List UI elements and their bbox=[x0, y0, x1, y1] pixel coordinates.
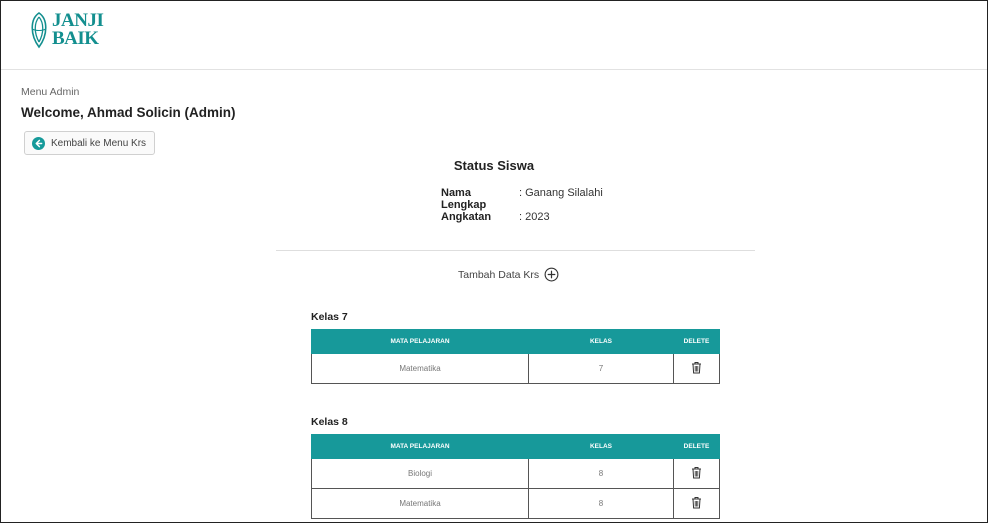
angkatan-label: Angkatan bbox=[441, 211, 492, 223]
logo-line-2: BAIK bbox=[52, 28, 99, 49]
col-mata-pelajaran: MATA PELAJARAN bbox=[311, 329, 529, 354]
kelas-7-table: MATA PELAJARAN KELAS DELETE Matematika 7 bbox=[311, 329, 720, 384]
cell-mapel: Matematika bbox=[311, 353, 529, 384]
section-divider bbox=[276, 250, 755, 251]
status-siswa-title: Status Siswa bbox=[453, 158, 535, 173]
cell-kelas: 8 bbox=[528, 488, 674, 519]
col-delete: DELETE bbox=[673, 329, 720, 354]
logo-text: JANJI BAIK bbox=[52, 11, 104, 49]
nama-value: : Ganang Silalahi bbox=[519, 187, 603, 199]
cell-kelas: 8 bbox=[528, 458, 674, 489]
back-button-label: Kembali ke Menu Krs bbox=[51, 137, 147, 149]
menu-admin-label: Menu Admin bbox=[21, 86, 80, 98]
col-mata-pelajaran: MATA PELAJARAN bbox=[311, 434, 529, 459]
info-row-angkatan: Angkatan : 2023 bbox=[441, 211, 550, 223]
plus-circle-icon bbox=[544, 267, 559, 282]
cell-mapel: Matematika bbox=[311, 488, 529, 519]
welcome-heading: Welcome, Ahmad Solicin (Admin) bbox=[21, 105, 236, 120]
cell-kelas: 7 bbox=[528, 353, 674, 384]
col-delete: DELETE bbox=[673, 434, 720, 459]
trash-icon[interactable] bbox=[691, 466, 702, 481]
table-header-row: MATA PELAJARAN KELAS DELETE bbox=[311, 434, 720, 459]
col-kelas: KELAS bbox=[528, 329, 674, 354]
angkatan-value: : 2023 bbox=[519, 211, 550, 223]
kelas-7-title: Kelas 7 bbox=[311, 311, 348, 323]
back-to-krs-button[interactable]: Kembali ke Menu Krs bbox=[24, 131, 156, 155]
trash-icon[interactable] bbox=[691, 496, 702, 511]
cell-delete bbox=[673, 458, 720, 489]
tambah-data-krs-button[interactable]: Tambah Data Krs bbox=[458, 267, 559, 282]
trash-icon[interactable] bbox=[691, 361, 702, 376]
nama-label: Nama Lengkap bbox=[441, 187, 487, 211]
kelas-8-title: Kelas 8 bbox=[311, 416, 348, 428]
kelas-8-table: MATA PELAJARAN KELAS DELETE Biologi 8 Ma… bbox=[311, 434, 720, 519]
table-row: Matematika 8 bbox=[311, 488, 720, 519]
col-kelas: KELAS bbox=[528, 434, 674, 459]
cell-delete bbox=[673, 353, 720, 384]
table-row: Biologi 8 bbox=[311, 458, 720, 489]
janji-baik-logo[interactable]: JANJI BAIK bbox=[28, 11, 104, 49]
tambah-label: Tambah Data Krs bbox=[458, 268, 540, 281]
table-header-row: MATA PELAJARAN KELAS DELETE bbox=[311, 329, 720, 354]
leaf-logo-icon bbox=[31, 12, 47, 49]
top-header: JANJI BAIK bbox=[1, 1, 987, 70]
table-row: Matematika 7 bbox=[311, 353, 720, 384]
arrow-left-circle-icon bbox=[32, 136, 45, 150]
info-row-nama: Nama Lengkap : Ganang Silalahi bbox=[441, 187, 603, 211]
cell-delete bbox=[673, 488, 720, 519]
cell-mapel: Biologi bbox=[311, 458, 529, 489]
